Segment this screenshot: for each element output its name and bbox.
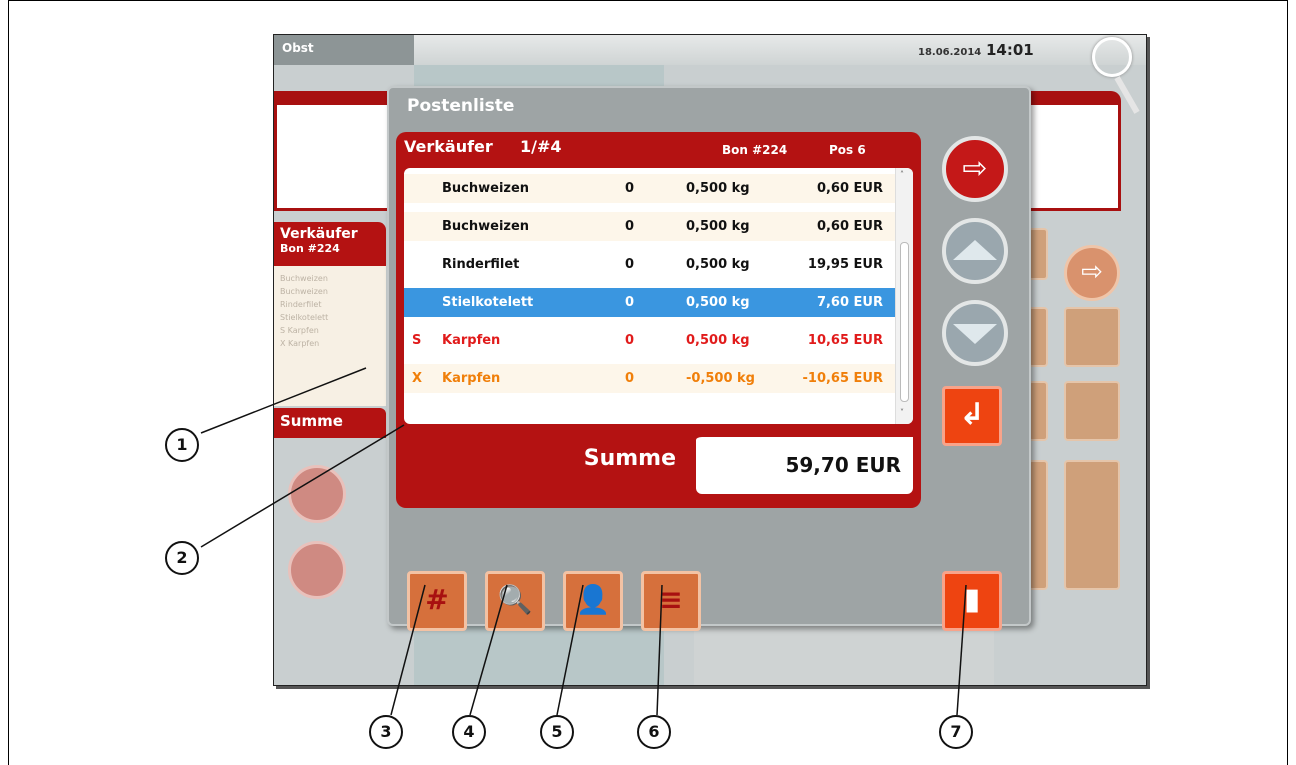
callout-1: 1 bbox=[165, 428, 199, 462]
callout-leaders bbox=[200, 367, 967, 716]
callout-4: 4 bbox=[452, 715, 486, 749]
callout-5: 5 bbox=[540, 715, 574, 749]
callout-7: 7 bbox=[939, 715, 973, 749]
callout-6: 6 bbox=[637, 715, 671, 749]
callout-2: 2 bbox=[165, 541, 199, 575]
callout-3: 3 bbox=[369, 715, 403, 749]
